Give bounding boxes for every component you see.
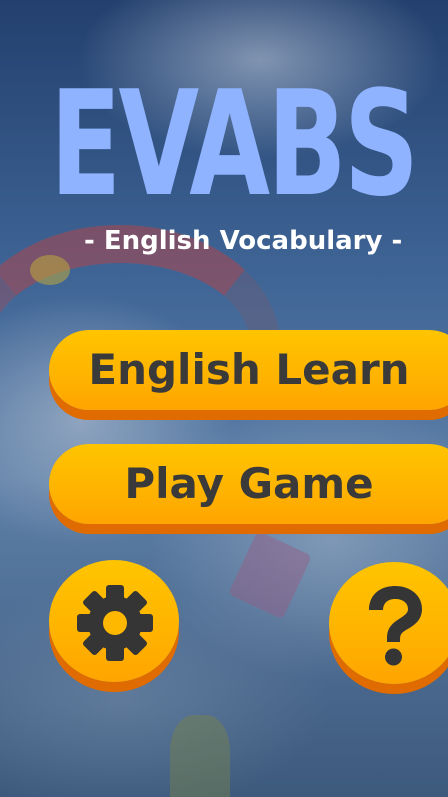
play-game-label: Play Game	[124, 459, 374, 508]
english-learn-label: English Learn	[88, 345, 410, 394]
settings-button[interactable]	[49, 560, 179, 682]
balloon-pattern-decoration	[30, 255, 70, 285]
app-subtitle: - English Vocabulary -	[84, 226, 403, 256]
kite-decoration	[228, 530, 312, 620]
play-game-button[interactable]: Play Game	[49, 444, 448, 524]
plant-decoration	[170, 715, 230, 797]
english-learn-button[interactable]: English Learn	[49, 330, 448, 410]
help-button[interactable]	[329, 562, 448, 684]
app-title: EVABS	[50, 60, 419, 229]
question-mark-icon	[369, 586, 422, 666]
gear-icon	[77, 585, 153, 661]
